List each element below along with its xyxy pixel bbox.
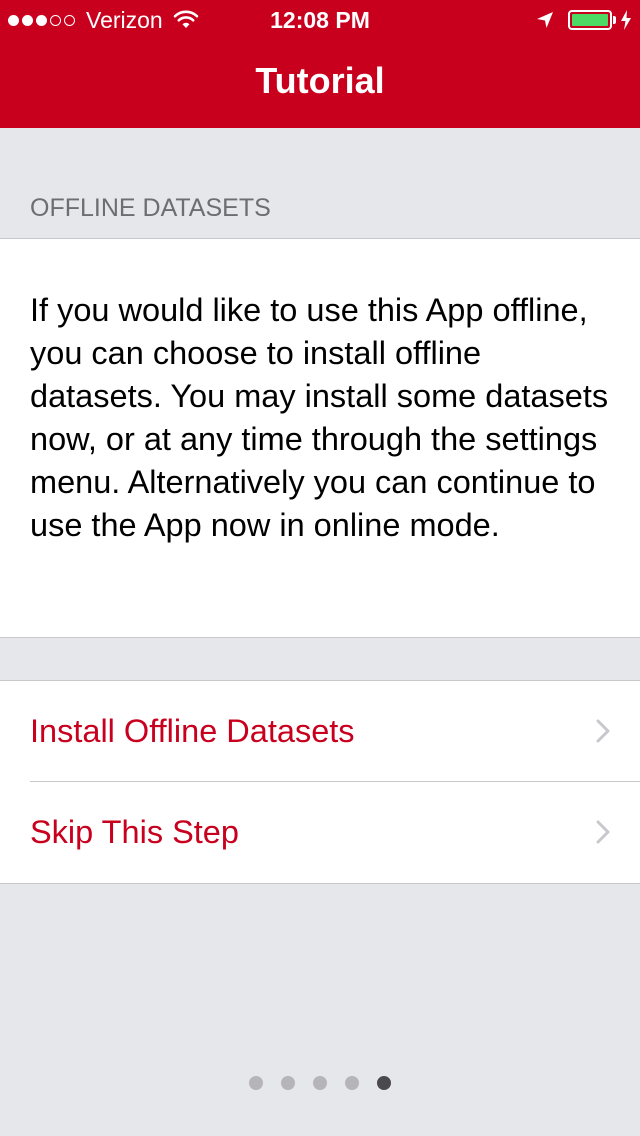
- charging-bolt-icon: [621, 10, 631, 30]
- status-right: [536, 0, 632, 40]
- page-dot[interactable]: [345, 1076, 359, 1090]
- page-dot[interactable]: [313, 1076, 327, 1090]
- battery-tip: [613, 16, 616, 24]
- location-arrow-icon: [537, 12, 553, 28]
- page-indicator[interactable]: [0, 1076, 640, 1090]
- action-label: Install Offline Datasets: [30, 713, 355, 749]
- skip-this-step-button[interactable]: Skip This Step: [0, 782, 640, 883]
- page-dot-active[interactable]: [377, 1076, 391, 1090]
- action-label: Skip This Step: [30, 814, 239, 850]
- navigation-bar: Verizon 12:08 PM Tutorial: [0, 0, 640, 128]
- chevron-right-icon: [596, 820, 610, 844]
- page-dot[interactable]: [249, 1076, 263, 1090]
- chevron-right-icon: [596, 719, 610, 743]
- description-card: If you would like to use this App offlin…: [0, 238, 640, 638]
- status-bar: Verizon 12:08 PM: [0, 0, 640, 40]
- section-header: OFFLINE DATASETS: [30, 194, 271, 222]
- install-offline-datasets-button[interactable]: Install Offline Datasets: [0, 681, 640, 782]
- battery-level: [572, 14, 608, 26]
- description-text: If you would like to use this App offlin…: [30, 292, 609, 543]
- battery-icon: [568, 10, 612, 30]
- page-dot[interactable]: [281, 1076, 295, 1090]
- action-list: Install Offline Datasets Skip This Step: [0, 680, 640, 884]
- page-title: Tutorial: [255, 60, 385, 101]
